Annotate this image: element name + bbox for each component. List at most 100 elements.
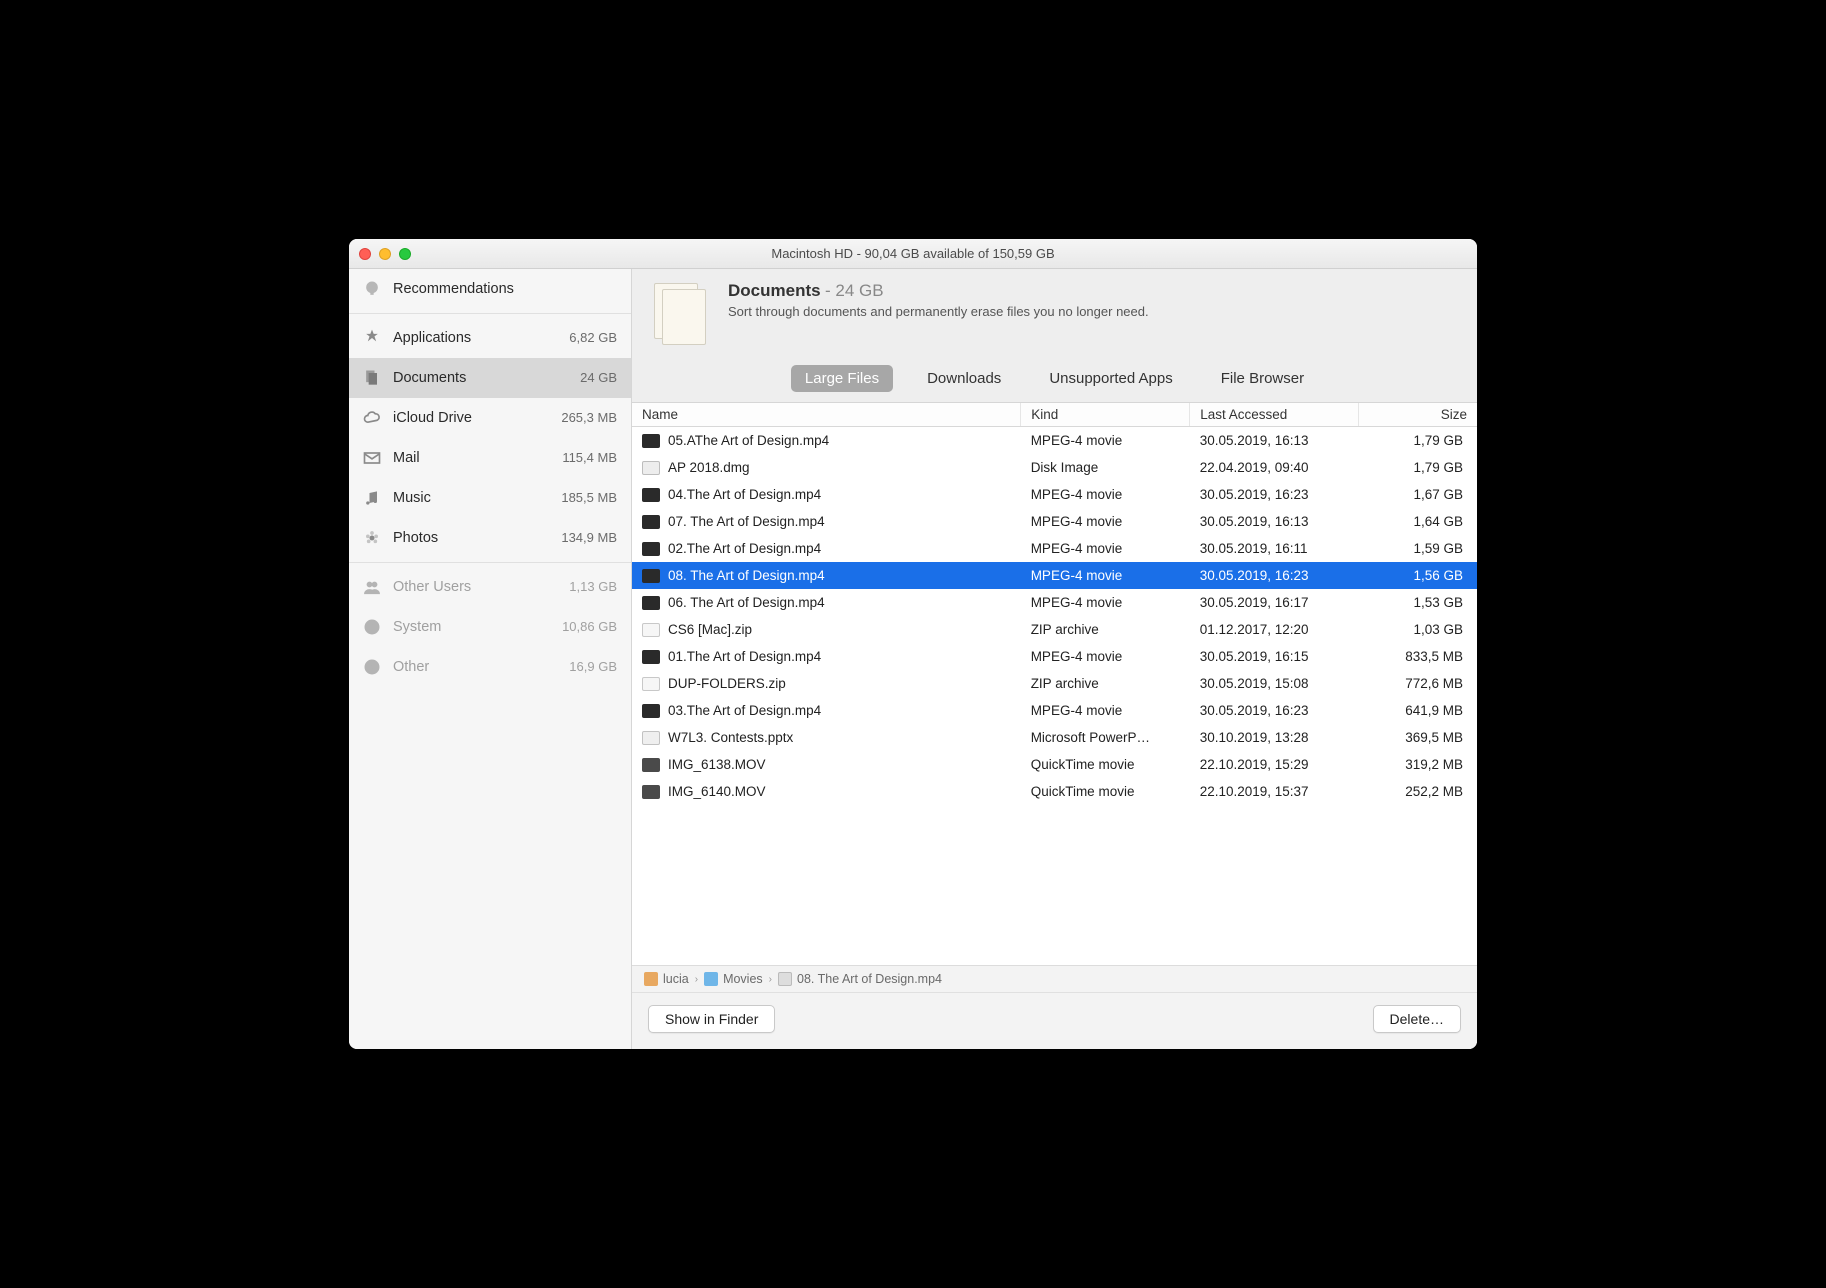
table-row[interactable]: 06. The Art of Design.mp4 MPEG-4 movie30.…	[632, 589, 1477, 616]
file-name: 06. The Art of Design.mp4	[668, 595, 825, 610]
table-row[interactable]: 03.The Art of Design.mp4MPEG-4 movie30.0…	[632, 697, 1477, 724]
home-icon	[644, 972, 658, 986]
minimize-button[interactable]	[379, 248, 391, 260]
other-icon	[361, 656, 383, 678]
tab-large-files[interactable]: Large Files	[791, 365, 893, 392]
delete-button[interactable]: Delete…	[1373, 1005, 1461, 1033]
close-button[interactable]	[359, 248, 371, 260]
file-size: 252,2 MB	[1359, 778, 1477, 805]
sidebar-item-size: 1,13 GB	[569, 579, 617, 594]
tab-unsupported-apps[interactable]: Unsupported Apps	[1035, 365, 1186, 392]
titlebar[interactable]: Macintosh HD - 90,04 GB available of 150…	[349, 239, 1477, 269]
file-kind: QuickTime movie	[1021, 751, 1190, 778]
file-table-wrap: Name Kind Last Accessed Size 05.AThe Art…	[632, 403, 1477, 965]
breadcrumb-segment[interactable]: lucia	[644, 972, 689, 986]
column-header-kind[interactable]: Kind	[1021, 403, 1190, 427]
show-in-finder-button[interactable]: Show in Finder	[648, 1005, 775, 1033]
file-size: 1,03 GB	[1359, 616, 1477, 643]
table-row[interactable]: 04.The Art of Design.mp4MPEG-4 movie30.0…	[632, 481, 1477, 508]
sidebar-item-system[interactable]: System10,86 GB	[349, 607, 631, 647]
file-kind: MPEG-4 movie	[1021, 643, 1190, 670]
sidebar-item-size: 265,3 MB	[561, 410, 617, 425]
video-file-icon	[642, 650, 660, 664]
table-row[interactable]: W7L3. Contests.pptxMicrosoft PowerP…30.1…	[632, 724, 1477, 751]
table-row[interactable]: 01.The Art of Design.mp4MPEG-4 movie30.0…	[632, 643, 1477, 670]
breadcrumb-segment[interactable]: Movies	[704, 972, 763, 986]
sidebar-item-label: Recommendations	[393, 281, 607, 297]
file-size: 1,56 GB	[1359, 562, 1477, 589]
sidebar-item-documents[interactable]: Documents24 GB	[349, 358, 631, 398]
sidebar-item-label: Photos	[393, 530, 551, 546]
sidebar-item-music[interactable]: Music 185,5 MB	[349, 478, 631, 518]
sidebar-item-recommendations[interactable]: Recommendations	[349, 269, 631, 309]
sidebar-item-other-users[interactable]: Other Users 1,13 GB	[349, 567, 631, 607]
maximize-button[interactable]	[399, 248, 411, 260]
video-file-icon	[642, 569, 660, 583]
file-last-accessed: 30.05.2019, 15:08	[1190, 670, 1359, 697]
sidebar-item-applications[interactable]: Applications6,82 GB	[349, 318, 631, 358]
disk-file-icon	[642, 461, 660, 475]
tab-file-browser[interactable]: File Browser	[1207, 365, 1318, 392]
table-row[interactable]: 07. The Art of Design.mp4MPEG-4 movie30.…	[632, 508, 1477, 535]
file-last-accessed: 30.10.2019, 13:28	[1190, 724, 1359, 751]
file-name: CS6 [Mac].zip	[668, 622, 752, 637]
file-last-accessed: 30.05.2019, 16:23	[1190, 481, 1359, 508]
table-row[interactable]: AP 2018.dmgDisk Image22.04.2019, 09:401,…	[632, 454, 1477, 481]
file-kind: MPEG-4 movie	[1021, 562, 1190, 589]
file-kind: ZIP archive	[1021, 670, 1190, 697]
file-size: 1,64 GB	[1359, 508, 1477, 535]
table-row[interactable]: 02.The Art of Design.mp4MPEG-4 movie30.0…	[632, 535, 1477, 562]
sidebar-item-label: Other Users	[393, 579, 559, 595]
file-icon	[778, 972, 792, 986]
column-header-size[interactable]: Size	[1359, 403, 1477, 427]
file-size: 1,59 GB	[1359, 535, 1477, 562]
file-size: 1,67 GB	[1359, 481, 1477, 508]
file-kind: Microsoft PowerP…	[1021, 724, 1190, 751]
table-row[interactable]: 05.AThe Art of Design.mp4MPEG-4 movie30.…	[632, 427, 1477, 455]
window-title: Macintosh HD - 90,04 GB available of 150…	[349, 246, 1477, 261]
mov-file-icon	[642, 758, 660, 772]
sidebar-item-size: 185,5 MB	[561, 490, 617, 505]
tab-downloads[interactable]: Downloads	[913, 365, 1015, 392]
file-last-accessed: 22.10.2019, 15:29	[1190, 751, 1359, 778]
table-row[interactable]: CS6 [Mac].zipZIP archive01.12.2017, 12:2…	[632, 616, 1477, 643]
sidebar-item-label: Music	[393, 490, 551, 506]
file-size: 1,53 GB	[1359, 589, 1477, 616]
column-header-last-accessed[interactable]: Last Accessed	[1190, 403, 1359, 427]
file-kind: MPEG-4 movie	[1021, 589, 1190, 616]
file-last-accessed: 30.05.2019, 16:13	[1190, 427, 1359, 455]
sidebar-item-label: Other	[393, 659, 559, 675]
storage-management-window: Macintosh HD - 90,04 GB available of 150…	[349, 239, 1477, 1049]
sidebar-item-label: iCloud Drive	[393, 410, 551, 426]
file-name: 03.The Art of Design.mp4	[668, 703, 821, 718]
file-size: 772,6 MB	[1359, 670, 1477, 697]
main-panel: Documents - 24 GB Sort through documents…	[632, 269, 1477, 1049]
sidebar-item-icloud-drive[interactable]: iCloud Drive 265,3 MB	[349, 398, 631, 438]
mail-icon	[361, 447, 383, 469]
file-size: 369,5 MB	[1359, 724, 1477, 751]
video-file-icon	[642, 488, 660, 502]
sidebar-item-photos[interactable]: Photos134,9 MB	[349, 518, 631, 558]
file-name: 07. The Art of Design.mp4	[668, 514, 825, 529]
file-size: 1,79 GB	[1359, 427, 1477, 455]
video-file-icon	[642, 434, 660, 448]
header-size: 24 GB	[835, 281, 883, 300]
file-last-accessed: 22.10.2019, 15:37	[1190, 778, 1359, 805]
file-last-accessed: 30.05.2019, 16:17	[1190, 589, 1359, 616]
file-name: AP 2018.dmg	[668, 460, 750, 475]
sidebar-item-other[interactable]: Other16,9 GB	[349, 647, 631, 687]
table-row[interactable]: 08. The Art of Design.mp4MPEG-4 movie30.…	[632, 562, 1477, 589]
column-header-name[interactable]: Name	[632, 403, 1021, 427]
table-row[interactable]: DUP-FOLDERS.zipZIP archive30.05.2019, 15…	[632, 670, 1477, 697]
sidebar-item-mail[interactable]: Mail115,4 MB	[349, 438, 631, 478]
file-kind: ZIP archive	[1021, 616, 1190, 643]
table-row[interactable]: IMG_6140.MOVQuickTime movie22.10.2019, 1…	[632, 778, 1477, 805]
path-bar: lucia›Movies›08. The Art of Design.mp4	[632, 965, 1477, 992]
file-kind: MPEG-4 movie	[1021, 481, 1190, 508]
table-row[interactable]: IMG_6138.MOVQuickTime movie22.10.2019, 1…	[632, 751, 1477, 778]
breadcrumb-segment[interactable]: 08. The Art of Design.mp4	[778, 972, 942, 986]
music-icon	[361, 487, 383, 509]
file-last-accessed: 30.05.2019, 16:15	[1190, 643, 1359, 670]
chevron-right-icon: ›	[769, 974, 772, 985]
file-last-accessed: 22.04.2019, 09:40	[1190, 454, 1359, 481]
